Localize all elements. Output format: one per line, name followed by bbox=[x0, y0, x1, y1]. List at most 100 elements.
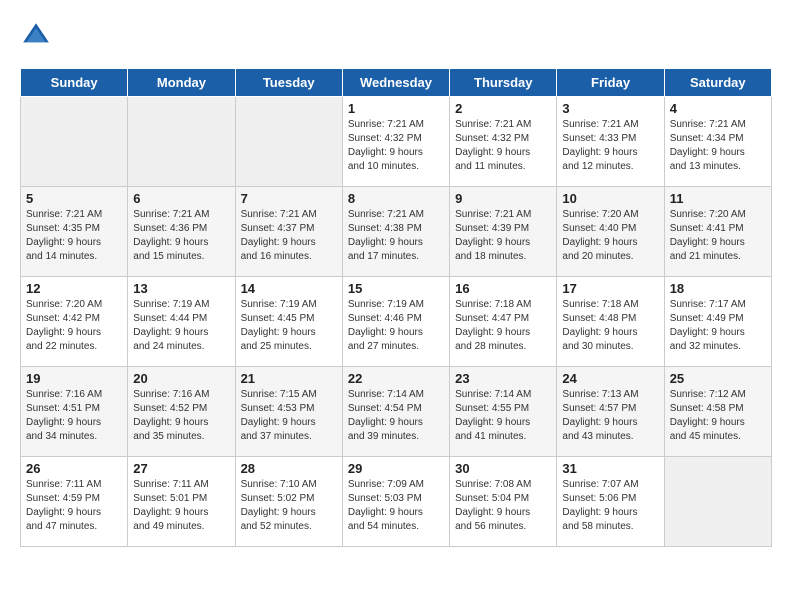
day-number: 3 bbox=[562, 101, 658, 116]
week-row-4: 19 Sunrise: 7:16 AM Sunset: 4:51 PM Dayli… bbox=[21, 367, 772, 457]
day-info: Sunrise: 7:21 AM Sunset: 4:33 PM Dayligh… bbox=[562, 118, 658, 174]
day-number: 11 bbox=[670, 191, 766, 206]
calendar-cell: 5 Sunrise: 7:21 AM Sunset: 4:35 PM Daylig… bbox=[21, 187, 128, 277]
header-cell-monday: Monday bbox=[128, 69, 235, 97]
day-info: Sunrise: 7:16 AM Sunset: 4:51 PM Dayligh… bbox=[26, 388, 122, 444]
calendar-cell: 29 Sunrise: 7:09 AM Sunset: 5:03 PM Dayli… bbox=[342, 457, 449, 547]
day-info: Sunrise: 7:07 AM Sunset: 5:06 PM Dayligh… bbox=[562, 478, 658, 534]
day-number: 13 bbox=[133, 281, 229, 296]
calendar-cell: 31Sunrise: 7:07 AM Sunset: 5:06 PM Dayli… bbox=[557, 457, 664, 547]
day-number: 16 bbox=[455, 281, 551, 296]
day-info: Sunrise: 7:13 AM Sunset: 4:57 PM Dayligh… bbox=[562, 388, 658, 444]
day-number: 12 bbox=[26, 281, 122, 296]
calendar-cell: 6Sunrise: 7:21 AM Sunset: 4:36 PM Daylig… bbox=[128, 187, 235, 277]
day-info: Sunrise: 7:17 AM Sunset: 4:49 PM Dayligh… bbox=[670, 298, 766, 354]
day-info: Sunrise: 7:10 AM Sunset: 5:02 PM Dayligh… bbox=[241, 478, 337, 534]
day-info: Sunrise: 7:21 AM Sunset: 4:39 PM Dayligh… bbox=[455, 208, 551, 264]
day-info: Sunrise: 7:16 AM Sunset: 4:52 PM Dayligh… bbox=[133, 388, 229, 444]
calendar-cell bbox=[235, 97, 342, 187]
week-row-1: 1 Sunrise: 7:21 AM Sunset: 4:32 PM Daylig… bbox=[21, 97, 772, 187]
day-info: Sunrise: 7:08 AM Sunset: 5:04 PM Dayligh… bbox=[455, 478, 551, 534]
day-info: Sunrise: 7:21 AM Sunset: 4:38 PM Dayligh… bbox=[348, 208, 444, 264]
day-info: Sunrise: 7:20 AM Sunset: 4:41 PM Dayligh… bbox=[670, 208, 766, 264]
day-info: Sunrise: 7:20 AM Sunset: 4:42 PM Dayligh… bbox=[26, 298, 122, 354]
day-number: 29 bbox=[348, 461, 444, 476]
day-number: 23 bbox=[455, 371, 551, 386]
day-info: Sunrise: 7:12 AM Sunset: 4:58 PM Dayligh… bbox=[670, 388, 766, 444]
day-number: 2 bbox=[455, 101, 551, 116]
day-info: Sunrise: 7:18 AM Sunset: 4:47 PM Dayligh… bbox=[455, 298, 551, 354]
day-info: Sunrise: 7:19 AM Sunset: 4:46 PM Dayligh… bbox=[348, 298, 444, 354]
header-row: SundayMondayTuesdayWednesdayThursdayFrid… bbox=[21, 69, 772, 97]
day-info: Sunrise: 7:14 AM Sunset: 4:55 PM Dayligh… bbox=[455, 388, 551, 444]
day-info: Sunrise: 7:09 AM Sunset: 5:03 PM Dayligh… bbox=[348, 478, 444, 534]
day-info: Sunrise: 7:19 AM Sunset: 4:44 PM Dayligh… bbox=[133, 298, 229, 354]
calendar-cell: 9 Sunrise: 7:21 AM Sunset: 4:39 PM Daylig… bbox=[450, 187, 557, 277]
calendar-cell: 17 Sunrise: 7:18 AM Sunset: 4:48 PM Dayli… bbox=[557, 277, 664, 367]
calendar-cell bbox=[21, 97, 128, 187]
day-number: 27 bbox=[133, 461, 229, 476]
calendar-cell: 26 Sunrise: 7:11 AM Sunset: 4:59 PM Dayli… bbox=[21, 457, 128, 547]
page-header bbox=[20, 20, 772, 52]
day-number: 22 bbox=[348, 371, 444, 386]
logo-icon bbox=[20, 20, 52, 52]
day-number: 20 bbox=[133, 371, 229, 386]
header-cell-tuesday: Tuesday bbox=[235, 69, 342, 97]
day-number: 4 bbox=[670, 101, 766, 116]
day-number: 21 bbox=[241, 371, 337, 386]
calendar-cell: 22 Sunrise: 7:14 AM Sunset: 4:54 PM Dayli… bbox=[342, 367, 449, 457]
calendar-cell: 14Sunrise: 7:19 AM Sunset: 4:45 PM Dayli… bbox=[235, 277, 342, 367]
day-info: Sunrise: 7:11 AM Sunset: 4:59 PM Dayligh… bbox=[26, 478, 122, 534]
day-number: 10 bbox=[562, 191, 658, 206]
calendar-cell: 10 Sunrise: 7:20 AM Sunset: 4:40 PM Dayli… bbox=[557, 187, 664, 277]
day-info: Sunrise: 7:21 AM Sunset: 4:35 PM Dayligh… bbox=[26, 208, 122, 264]
day-number: 5 bbox=[26, 191, 122, 206]
calendar-cell: 18 Sunrise: 7:17 AM Sunset: 4:49 PM Dayli… bbox=[664, 277, 771, 367]
calendar-cell: 28 Sunrise: 7:10 AM Sunset: 5:02 PM Dayli… bbox=[235, 457, 342, 547]
day-number: 8 bbox=[348, 191, 444, 206]
day-number: 25 bbox=[670, 371, 766, 386]
day-number: 26 bbox=[26, 461, 122, 476]
day-number: 14 bbox=[241, 281, 337, 296]
header-cell-wednesday: Wednesday bbox=[342, 69, 449, 97]
day-number: 28 bbox=[241, 461, 337, 476]
day-number: 1 bbox=[348, 101, 444, 116]
calendar-cell: 12 Sunrise: 7:20 AM Sunset: 4:42 PM Dayli… bbox=[21, 277, 128, 367]
calendar-cell: 2 Sunrise: 7:21 AM Sunset: 4:32 PM Daylig… bbox=[450, 97, 557, 187]
week-row-2: 5 Sunrise: 7:21 AM Sunset: 4:35 PM Daylig… bbox=[21, 187, 772, 277]
calendar-cell: 7Sunrise: 7:21 AM Sunset: 4:37 PM Daylig… bbox=[235, 187, 342, 277]
day-info: Sunrise: 7:21 AM Sunset: 4:36 PM Dayligh… bbox=[133, 208, 229, 264]
week-row-3: 12 Sunrise: 7:20 AM Sunset: 4:42 PM Dayli… bbox=[21, 277, 772, 367]
day-info: Sunrise: 7:20 AM Sunset: 4:40 PM Dayligh… bbox=[562, 208, 658, 264]
day-info: Sunrise: 7:21 AM Sunset: 4:37 PM Dayligh… bbox=[241, 208, 337, 264]
header-cell-sunday: Sunday bbox=[21, 69, 128, 97]
calendar-cell: 16 Sunrise: 7:18 AM Sunset: 4:47 PM Dayli… bbox=[450, 277, 557, 367]
calendar-cell: 8 Sunrise: 7:21 AM Sunset: 4:38 PM Daylig… bbox=[342, 187, 449, 277]
calendar-cell: 15Sunrise: 7:19 AM Sunset: 4:46 PM Dayli… bbox=[342, 277, 449, 367]
calendar-table: SundayMondayTuesdayWednesdayThursdayFrid… bbox=[20, 68, 772, 547]
calendar-cell: 21 Sunrise: 7:15 AM Sunset: 4:53 PM Dayli… bbox=[235, 367, 342, 457]
day-number: 9 bbox=[455, 191, 551, 206]
day-number: 17 bbox=[562, 281, 658, 296]
logo bbox=[20, 20, 56, 52]
day-number: 19 bbox=[26, 371, 122, 386]
day-info: Sunrise: 7:15 AM Sunset: 4:53 PM Dayligh… bbox=[241, 388, 337, 444]
calendar-cell: 13 Sunrise: 7:19 AM Sunset: 4:44 PM Dayli… bbox=[128, 277, 235, 367]
day-info: Sunrise: 7:21 AM Sunset: 4:32 PM Dayligh… bbox=[348, 118, 444, 174]
day-info: Sunrise: 7:21 AM Sunset: 4:32 PM Dayligh… bbox=[455, 118, 551, 174]
calendar-cell bbox=[664, 457, 771, 547]
calendar-cell: 19 Sunrise: 7:16 AM Sunset: 4:51 PM Dayli… bbox=[21, 367, 128, 457]
header-cell-saturday: Saturday bbox=[664, 69, 771, 97]
calendar-cell: 1 Sunrise: 7:21 AM Sunset: 4:32 PM Daylig… bbox=[342, 97, 449, 187]
calendar-cell: 20 Sunrise: 7:16 AM Sunset: 4:52 PM Dayli… bbox=[128, 367, 235, 457]
calendar-cell: 4Sunrise: 7:21 AM Sunset: 4:34 PM Daylig… bbox=[664, 97, 771, 187]
calendar-cell: 25 Sunrise: 7:12 AM Sunset: 4:58 PM Dayli… bbox=[664, 367, 771, 457]
day-info: Sunrise: 7:14 AM Sunset: 4:54 PM Dayligh… bbox=[348, 388, 444, 444]
day-number: 18 bbox=[670, 281, 766, 296]
day-info: Sunrise: 7:18 AM Sunset: 4:48 PM Dayligh… bbox=[562, 298, 658, 354]
day-number: 24 bbox=[562, 371, 658, 386]
calendar-cell: 24 Sunrise: 7:13 AM Sunset: 4:57 PM Dayli… bbox=[557, 367, 664, 457]
calendar-cell bbox=[128, 97, 235, 187]
calendar-cell: 30Sunrise: 7:08 AM Sunset: 5:04 PM Dayli… bbox=[450, 457, 557, 547]
calendar-cell: 27Sunrise: 7:11 AM Sunset: 5:01 PM Dayli… bbox=[128, 457, 235, 547]
